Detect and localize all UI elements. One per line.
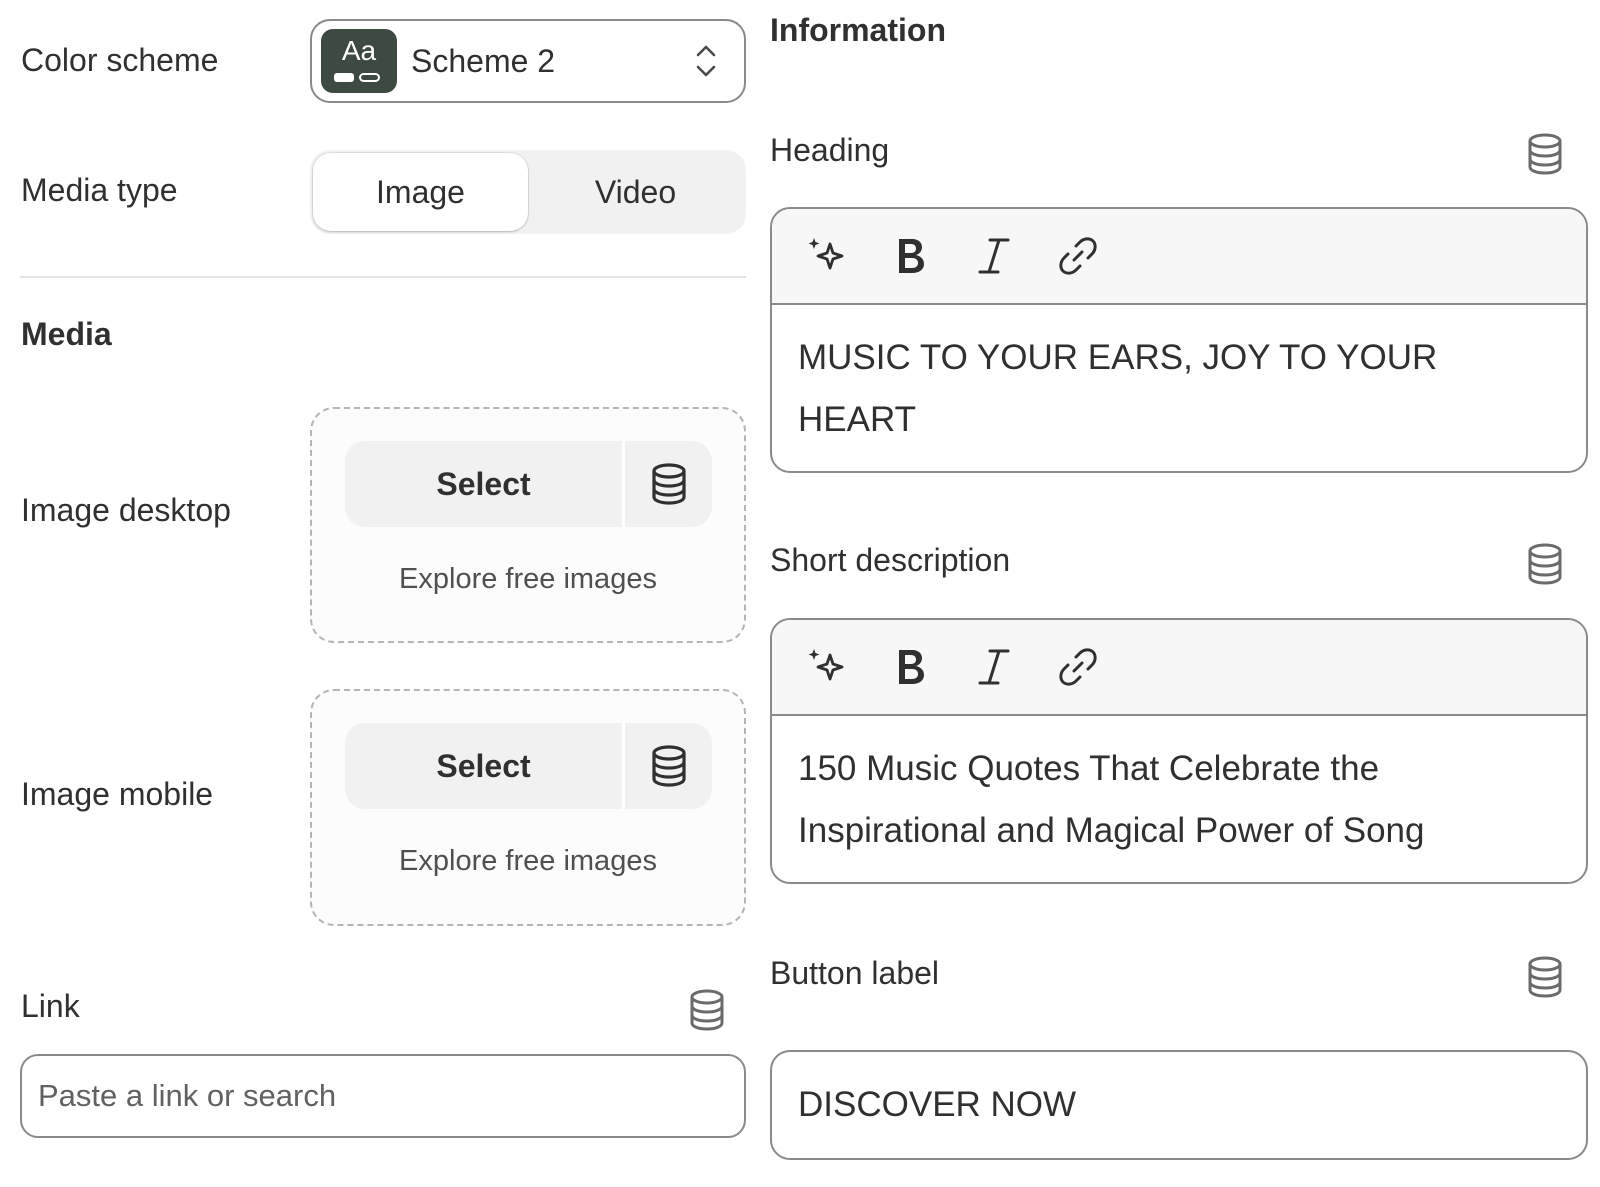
swatch-text: Aa: [341, 35, 377, 66]
italic-icon: [978, 649, 1010, 685]
image-desktop-select-button[interactable]: Select: [345, 441, 622, 527]
bold-icon: [899, 239, 924, 273]
image-mobile-dropzone[interactable]: Select Explore free images: [310, 689, 746, 926]
media-type-segmented-control: Image Video: [310, 150, 746, 234]
media-type-label: Media type: [21, 172, 178, 208]
media-type-video-option[interactable]: Video: [528, 153, 743, 231]
color-scheme-label: Color scheme: [21, 42, 219, 78]
short-description-link-button[interactable]: [1054, 643, 1102, 691]
link-input[interactable]: [20, 1054, 746, 1138]
image-mobile-dynamic-source-button[interactable]: [625, 723, 712, 809]
link-label: Link: [21, 988, 80, 1024]
short-description-rich-text-editor: 150 Music Quotes That Celebrate the Insp…: [770, 618, 1588, 884]
bold-icon: [899, 650, 924, 684]
dynamic-source-icon: [651, 745, 686, 787]
heading-content[interactable]: MUSIC TO YOUR EARS, JOY TO YOUR HEART: [772, 305, 1586, 451]
italic-icon: [978, 238, 1010, 274]
dynamic-source-icon: [1528, 133, 1562, 175]
link-icon: [1059, 237, 1097, 275]
heading-bold-button[interactable]: [886, 232, 934, 280]
link-dynamic-source-button[interactable]: [686, 988, 728, 1037]
button-label-label: Button label: [770, 955, 940, 991]
image-mobile-select-button[interactable]: Select: [345, 723, 622, 809]
dynamic-source-icon: [1528, 543, 1562, 585]
button-label-input[interactable]: [770, 1050, 1588, 1160]
short-description-content[interactable]: 150 Music Quotes That Celebrate the Insp…: [772, 716, 1586, 862]
image-mobile-explore-link[interactable]: Explore free images: [312, 845, 744, 878]
color-scheme-value: Scheme 2: [411, 42, 556, 79]
image-desktop-dynamic-source-button[interactable]: [625, 441, 712, 527]
short-description-bold-button[interactable]: [886, 643, 934, 691]
heading-field-label: Heading: [770, 132, 890, 168]
short-description-italic-button[interactable]: [970, 643, 1018, 691]
heading-toolbar: [772, 209, 1586, 305]
media-heading: Media: [21, 316, 112, 352]
short-description-dynamic-source-button[interactable]: [1524, 542, 1566, 591]
heading-dynamic-source-button[interactable]: [1524, 132, 1566, 181]
heading-link-button[interactable]: [1054, 232, 1102, 280]
image-desktop-explore-link[interactable]: Explore free images: [312, 563, 744, 596]
section-divider: [20, 276, 746, 278]
color-scheme-select[interactable]: Aa Scheme 2: [310, 19, 746, 103]
image-desktop-button-group: Select: [345, 441, 712, 527]
image-desktop-dropzone[interactable]: Select Explore free images: [310, 407, 746, 643]
short-description-ai-button[interactable]: [802, 643, 850, 691]
button-label-dynamic-source-button[interactable]: [1524, 955, 1566, 1004]
image-desktop-label: Image desktop: [21, 492, 231, 528]
media-type-image-option[interactable]: Image: [313, 153, 528, 231]
select-arrows-icon: [696, 45, 716, 77]
image-mobile-button-group: Select: [345, 723, 712, 809]
sparkle-icon: [808, 238, 844, 270]
dynamic-source-icon: [690, 989, 724, 1031]
sparkle-icon: [808, 649, 844, 681]
heading-italic-button[interactable]: [970, 232, 1018, 280]
short-description-label: Short description: [770, 542, 1011, 578]
heading-rich-text-editor: MUSIC TO YOUR EARS, JOY TO YOUR HEART: [770, 207, 1588, 473]
short-description-toolbar: [772, 620, 1586, 716]
heading-ai-button[interactable]: [802, 232, 850, 280]
dynamic-source-icon: [1528, 956, 1562, 998]
color-scheme-swatch: Aa: [321, 29, 397, 93]
image-mobile-label: Image mobile: [21, 776, 214, 812]
information-heading: Information: [770, 12, 946, 48]
link-icon: [1059, 648, 1097, 686]
dynamic-source-icon: [651, 463, 686, 505]
